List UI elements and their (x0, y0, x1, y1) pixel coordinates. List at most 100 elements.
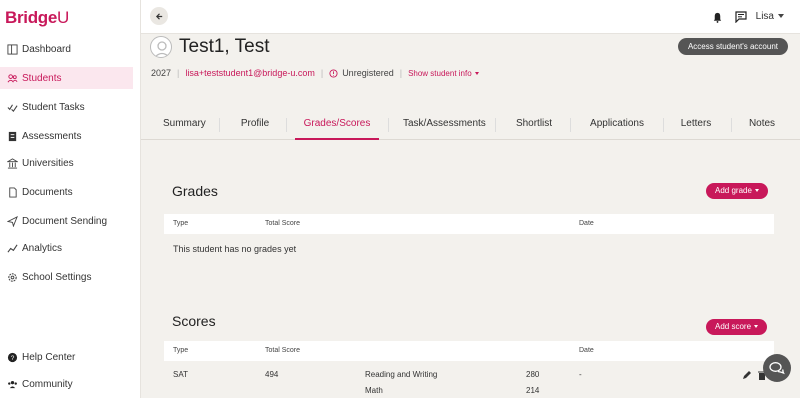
sidebar-item-universities[interactable]: Universities (0, 152, 133, 174)
scores-title: Scores (172, 313, 216, 329)
chevron-down-icon (754, 189, 759, 193)
tab-letters[interactable]: Letters (678, 110, 714, 140)
add-score-button[interactable]: Add score (706, 319, 768, 335)
messages-icon[interactable] (734, 10, 748, 24)
top-bar: Lisa (141, 0, 800, 34)
send-icon (6, 215, 18, 227)
grades-empty-message: This student has no grades yet (173, 244, 297, 254)
help-icon: ? (6, 351, 18, 363)
score-type: SAT (173, 370, 188, 379)
sidebar-item-label: Student Tasks (22, 101, 85, 113)
graduation-year: 2027 (151, 68, 172, 78)
student-info-line: 2027 | lisa+teststudent1@bridge-u.com | … (151, 68, 479, 78)
column-header-total-score: Total Score (265, 347, 301, 354)
tab-shortlist[interactable]: Shortlist (515, 110, 553, 140)
sidebar-item-students[interactable]: Students (0, 67, 133, 89)
column-header-date: Date (579, 220, 594, 227)
sidebar-item-label: Assessments (22, 130, 82, 142)
sidebar-item-document-sending[interactable]: Document Sending (0, 210, 133, 232)
sidebar-item-label: Analytics (22, 242, 63, 254)
sidebar-item-label: Help Center (22, 351, 76, 363)
sidebar-item-community[interactable]: Community (0, 373, 133, 395)
tab-divider (663, 118, 664, 132)
grades-title: Grades (172, 183, 218, 199)
assessment-icon (6, 130, 18, 142)
sidebar: BridgeU Dashboard Students Student Tasks… (0, 0, 141, 398)
tab-divider (570, 118, 571, 132)
svg-text:?: ? (10, 354, 14, 361)
bridgeu-logo[interactable]: BridgeU (5, 8, 69, 28)
sidebar-item-assessments[interactable]: Assessments (0, 125, 133, 147)
sidebar-item-label: Community (22, 378, 73, 390)
user-menu[interactable]: Lisa (756, 11, 784, 22)
scores-table-header: Type Total Score Date (164, 341, 774, 361)
tab-divider (388, 118, 389, 132)
student-avatar (150, 36, 172, 58)
student-header: Test1, Test Access student's account 202… (141, 34, 800, 141)
notifications-bell-icon[interactable] (710, 10, 724, 24)
sidebar-item-documents[interactable]: Documents (0, 181, 133, 203)
sidebar-item-label: Students (22, 72, 62, 84)
edit-pencil-icon[interactable] (742, 370, 752, 380)
tab-grades-scores[interactable]: Grades/Scores (295, 110, 379, 140)
tab-notes[interactable]: Notes (747, 110, 777, 140)
sidebar-item-label: School Settings (22, 271, 92, 283)
tasks-check-icon (6, 101, 18, 113)
tab-task-assessments[interactable]: Task/Assessments (403, 110, 486, 140)
document-icon (6, 186, 18, 198)
dashboard-icon (6, 43, 18, 55)
grades-table-header: Type Total Score Date (164, 214, 774, 234)
analytics-icon (6, 242, 18, 254)
chevron-down-icon (474, 71, 479, 75)
column-header-total-score: Total Score (265, 220, 301, 227)
column-header-type: Type (173, 220, 189, 227)
gear-icon (6, 271, 18, 283)
column-header-date: Date (579, 347, 594, 354)
show-student-info-toggle[interactable]: Show student info (408, 69, 479, 78)
sidebar-item-label: Document Sending (22, 215, 108, 227)
student-email[interactable]: lisa+teststudent1@bridge-u.com (185, 68, 314, 78)
chevron-down-icon (754, 325, 759, 329)
subscore-value: 280 (526, 370, 540, 379)
tab-profile[interactable]: Profile (239, 110, 271, 140)
score-date: - (579, 370, 582, 379)
tab-divider (219, 118, 220, 132)
student-tabs: Summary Profile Grades/Scores Task/Asses… (141, 110, 800, 140)
sidebar-item-label: Documents (22, 186, 73, 198)
tab-divider (495, 118, 496, 132)
chat-bubbles-icon (769, 362, 785, 375)
university-icon (6, 157, 18, 169)
subscore-value: 214 (526, 386, 540, 395)
add-grade-button[interactable]: Add grade (706, 183, 768, 199)
sidebar-item-help-center[interactable]: ? Help Center (0, 346, 133, 368)
divider: | (399, 68, 403, 78)
subscore-name: Reading and Writing (365, 370, 438, 379)
subscore-name: Math (365, 386, 383, 395)
sidebar-item-student-tasks[interactable]: Student Tasks (0, 96, 133, 118)
sidebar-item-label: Dashboard (22, 43, 71, 55)
support-chat-button[interactable] (763, 354, 791, 382)
chevron-down-icon (778, 14, 784, 19)
tab-divider (286, 118, 287, 132)
sidebar-item-dashboard[interactable]: Dashboard (0, 38, 133, 60)
sidebar-item-label: Universities (22, 157, 74, 169)
column-header-type: Type (173, 347, 189, 354)
access-student-account-button[interactable]: Access student's account (677, 38, 788, 55)
divider: | (320, 68, 324, 78)
tab-applications[interactable]: Applications (590, 110, 644, 140)
tab-summary[interactable]: Summary (163, 110, 206, 140)
score-total: 494 (265, 370, 279, 379)
community-icon (6, 378, 18, 390)
user-name: Lisa (755, 11, 774, 22)
alert-circle-icon (329, 68, 338, 78)
user-placeholder-icon (154, 41, 170, 57)
registration-status: Unregistered (342, 68, 394, 78)
arrow-left-icon (155, 12, 162, 20)
back-button[interactable] (150, 7, 168, 25)
student-name: Test1, Test (179, 36, 270, 57)
students-icon (6, 72, 18, 84)
sidebar-item-analytics[interactable]: Analytics (0, 237, 133, 259)
sidebar-item-school-settings[interactable]: School Settings (0, 266, 133, 288)
divider: | (177, 68, 180, 78)
tab-divider (731, 118, 732, 132)
